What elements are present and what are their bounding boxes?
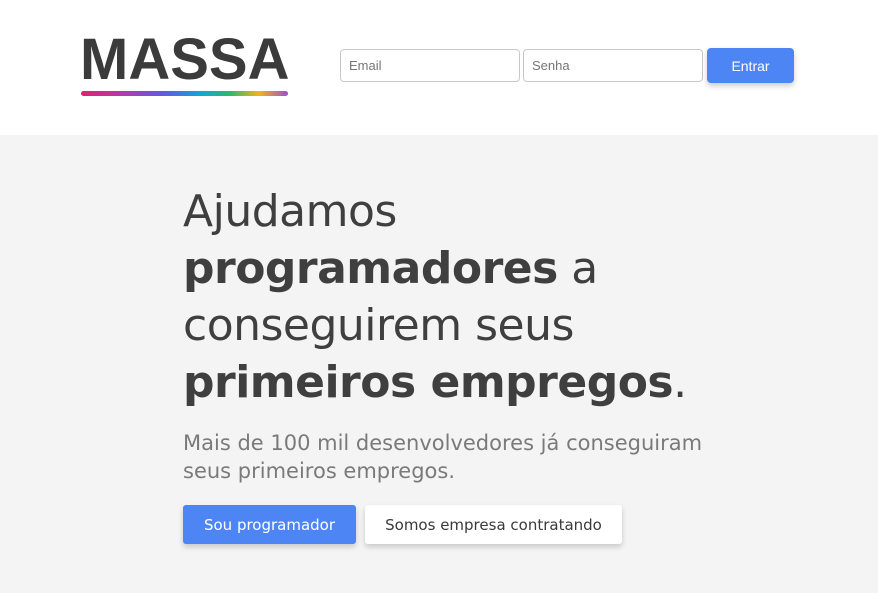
headline-period: . (673, 357, 687, 408)
massa-logo[interactable]: MASSA (80, 28, 290, 98)
company-signup-button[interactable]: Somos empresa contratando (365, 505, 622, 544)
login-button[interactable]: Entrar (707, 48, 794, 83)
headline-text-3: conseguirem seus (183, 300, 574, 351)
email-input[interactable] (340, 49, 520, 82)
logo-gradient-bar (81, 91, 288, 96)
headline-bold-programadores: programadores (183, 243, 558, 294)
hero-subtitle: Mais de 100 mil desenvolvedores já conse… (183, 431, 703, 483)
top-header: MASSA Entrar (0, 0, 878, 135)
hero-section: Ajudamos programadores a conseguirem seu… (183, 183, 743, 485)
hero-headline: Ajudamos programadores a conseguirem seu… (183, 183, 743, 411)
developer-signup-button[interactable]: Sou programador (183, 505, 356, 544)
headline-text-2: a (557, 243, 598, 294)
headline-bold-primeiros-empregos: primeiros empregos (183, 357, 674, 408)
headline-text-1: Ajudamos (183, 186, 397, 237)
password-input[interactable] (523, 49, 703, 82)
logo-text: MASSA (80, 27, 290, 92)
